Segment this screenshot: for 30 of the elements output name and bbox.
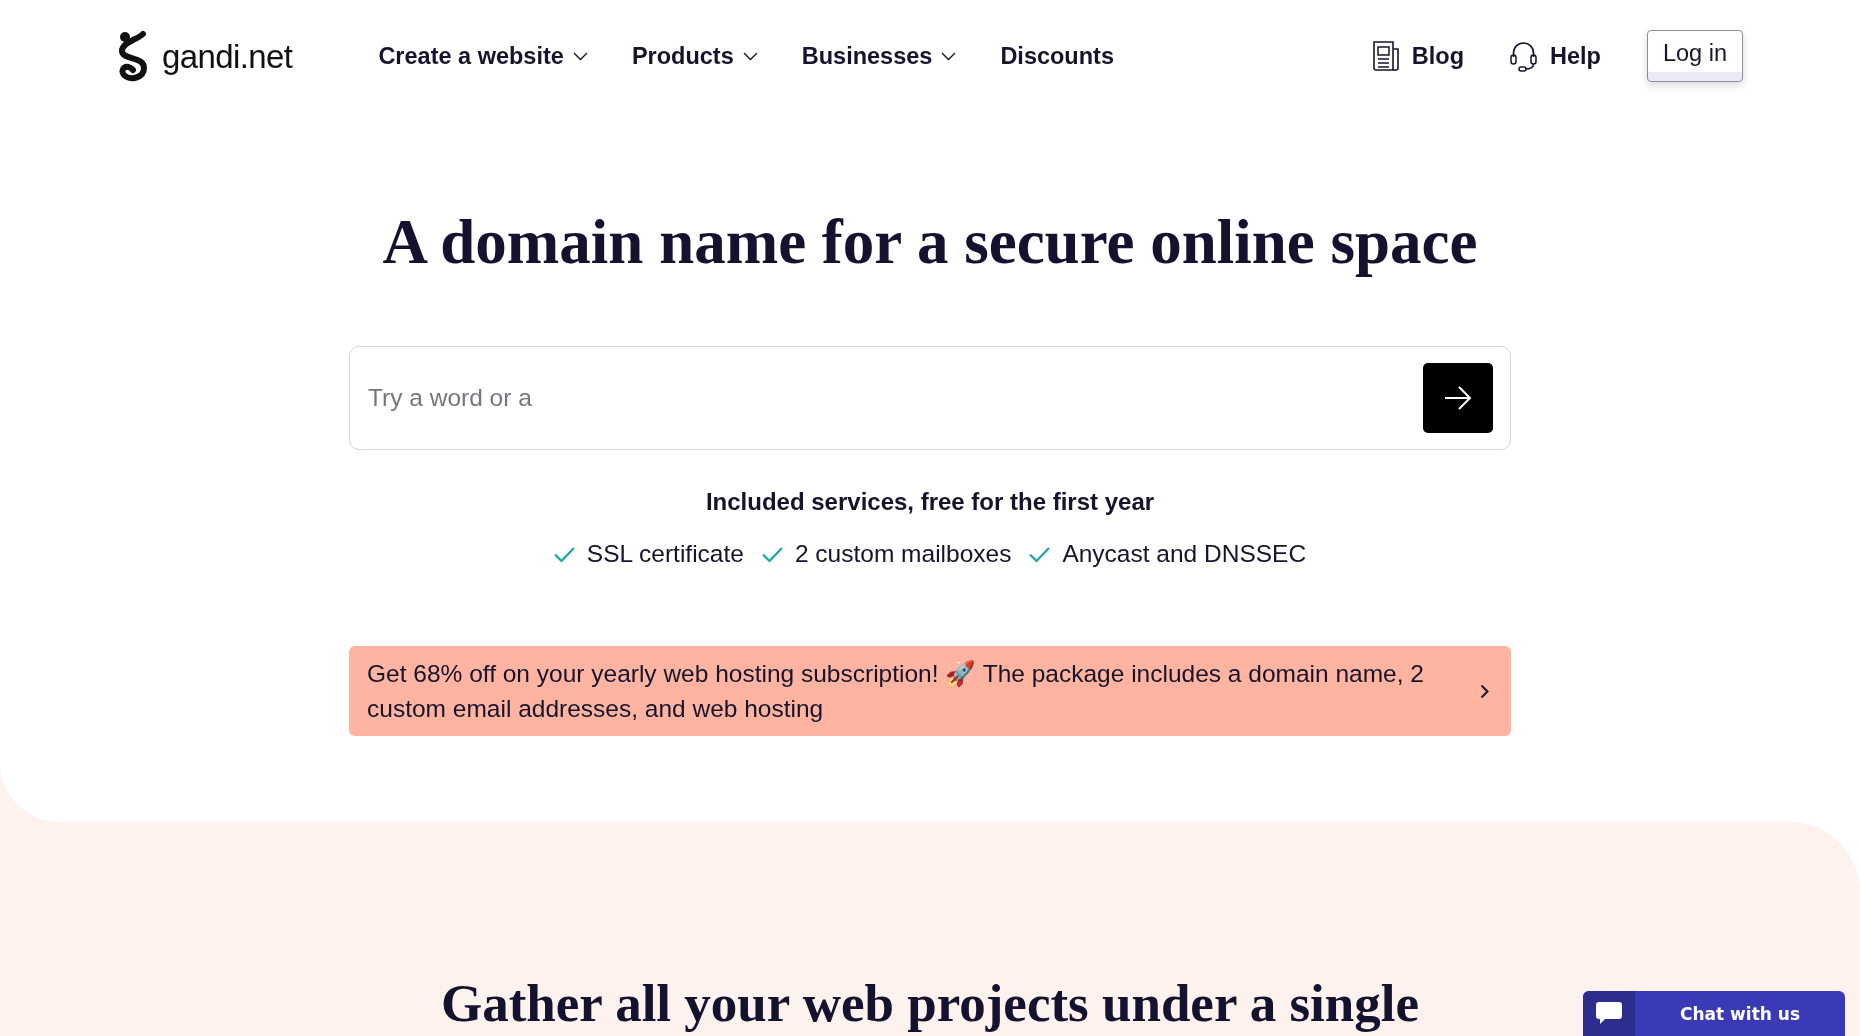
help-link[interactable]: Help — [1510, 40, 1601, 72]
check-icon — [761, 546, 783, 562]
nav-link[interactable]: Discounts — [1000, 41, 1114, 71]
blog-link[interactable]: Blog — [1372, 41, 1465, 71]
search-submit-button[interactable] — [1423, 363, 1493, 433]
chat-button[interactable]: Chat with us — [1583, 991, 1845, 1036]
chevron-right-icon — [1480, 683, 1489, 699]
login-button[interactable]: Log in — [1646, 30, 1743, 82]
service-label: Anycast and DNSSEC — [1062, 539, 1307, 569]
search-field[interactable]: Try a word or a — [349, 346, 1511, 450]
logo-swirl-icon — [116, 29, 150, 83]
nav-menu-button[interactable]: Products — [631, 41, 758, 71]
headset-icon — [1510, 40, 1538, 72]
logo-link[interactable]: gandi.net — [116, 29, 293, 83]
caret-icon — [941, 51, 957, 61]
nav-menu-button[interactable]: Businesses — [801, 41, 957, 71]
arrow-right-icon — [1444, 386, 1472, 410]
caret-icon — [742, 51, 758, 61]
included-services-title: Included services, free for the first year — [705, 487, 1155, 517]
check-icon — [1029, 546, 1051, 562]
newspaper-icon — [1372, 41, 1399, 71]
section-title: Gather all your web projects under a single — [440, 974, 1420, 1034]
nav-menu-button[interactable]: Create a website — [378, 41, 588, 71]
service-label: SSL certificate — [586, 539, 744, 569]
caret-icon — [572, 51, 588, 61]
check-icon — [553, 546, 575, 562]
promo-text: Get 68% off on your yearly web hosting subscription! 🚀 The package includes a domain name, 2 custom email addresses, and web hosting — [367, 659, 1425, 724]
service-label: 2 custom mailboxes — [794, 539, 1012, 569]
promo-banner[interactable]: Get 68% off on your yearly web hosting subscription! 🚀 The package includes a domain name, 2 custom email addresses, and web hosting — [349, 646, 1511, 736]
chat-bubble-icon — [1583, 991, 1635, 1036]
